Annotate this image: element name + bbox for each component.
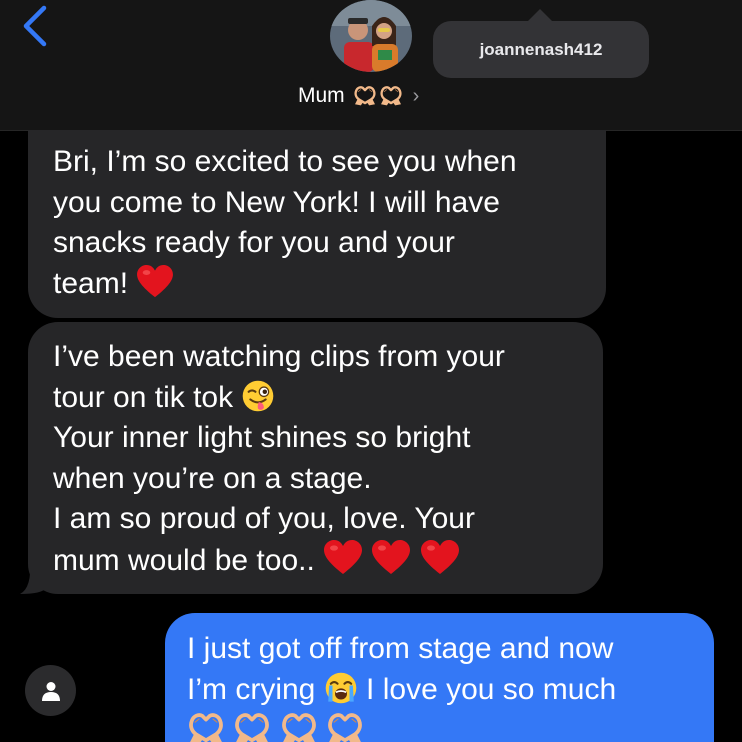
heart-hands-icon [326,713,364,742]
heart-hands-icon [379,86,403,106]
message-line: I love you so much [366,672,617,706]
red-heart-icon [371,540,411,576]
loudly-crying-face-icon [324,671,358,705]
message-line: I am so proud of you, love. Your [53,502,475,535]
contact-name-button[interactable]: Mum › [298,82,419,110]
person-icon [41,681,60,701]
conversation-header: joannenash412 Mum › [0,0,742,131]
message-bubble-incoming[interactable]: I’ve been watching clips from your tour … [28,322,603,594]
username-tooltip: joannenash412 [433,21,649,78]
message-line: tour on tik tok [53,380,234,414]
chevron-left-icon [23,5,47,47]
message-line: when you’re on a stage. [53,461,372,495]
message-bubble-outgoing[interactable]: I just got off from stage and now I’m cr… [165,613,714,742]
message-line: Your inner light shines so bright [53,421,471,454]
heart-hands-icon [280,713,318,742]
contact-photo [330,0,412,72]
message-line: snacks ready for you and your [53,226,455,259]
message-line: team! [53,266,129,300]
message-line: I just got off from stage and now [187,632,614,665]
back-button[interactable] [14,2,54,50]
chevron-right-icon: › [412,84,420,107]
winking-face-with-tongue-icon [241,379,275,413]
message-line: mum would be too.. [53,543,315,577]
message-line: Bri, I’m so excited to see you when [53,145,517,178]
contact-info-button[interactable] [25,665,76,716]
heart-hands-icon [187,713,225,742]
red-heart-icon [323,540,363,576]
red-heart-icon [420,540,460,576]
contact-name: Mum [298,84,345,107]
message-line: you come to New York! I will have [53,185,500,219]
bubble-tail [20,560,46,594]
message-line: I’ve been watching clips from your [53,340,505,373]
message-line: I’m crying [187,672,316,706]
message-bubble-incoming[interactable]: Bri, I’m so excited to see you when you … [28,130,606,318]
red-heart-icon [136,265,174,299]
avatar[interactable] [330,0,412,72]
contact-emoji [353,86,403,106]
heart-hands-icon [353,86,377,106]
messages-screen: joannenash412 Mum › Bri, I’m so excited … [0,0,742,742]
heart-hands-icon [233,713,271,742]
